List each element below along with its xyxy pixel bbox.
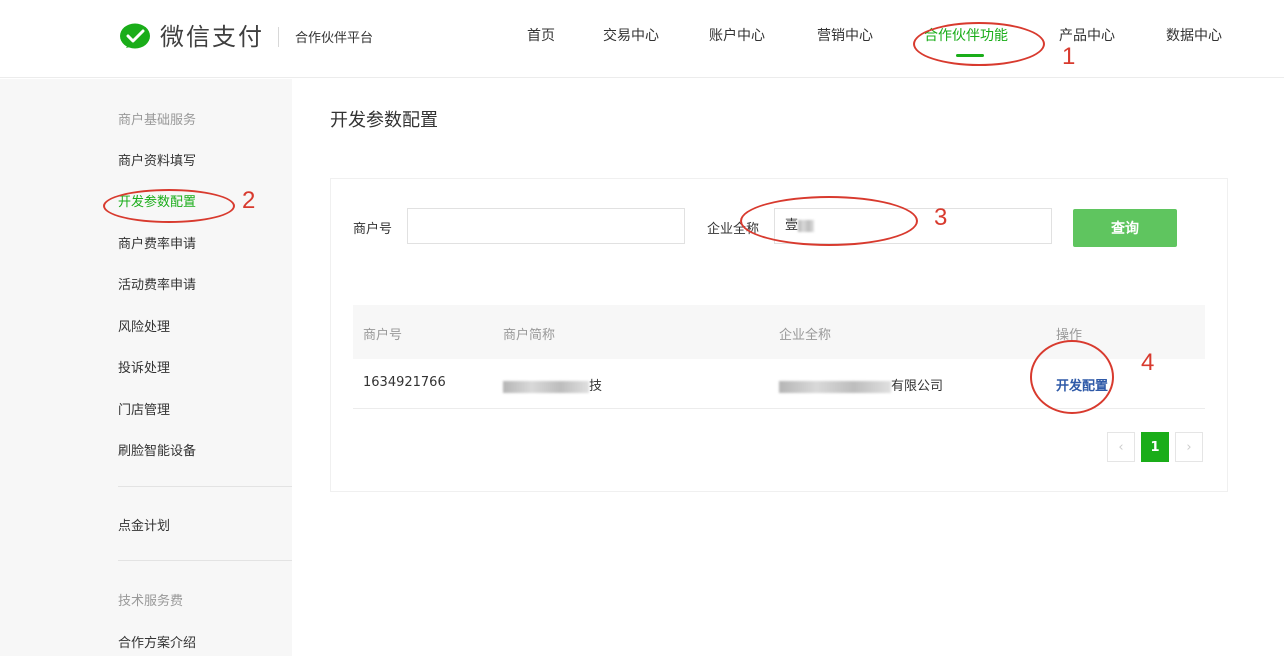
col-merchant-id: 商户号 [363, 328, 403, 343]
wechat-pay-logo-icon [120, 23, 150, 49]
sidebar-item-partner-plan[interactable]: 合作方案介绍 [118, 632, 196, 651]
col-company-name: 企业全称 [779, 328, 832, 343]
query-button[interactable]: 查询 [1073, 209, 1177, 247]
sidebar-item-gold-plan[interactable]: 点金计划 [118, 515, 170, 534]
table-row: 1634921766 技 有限公司 开发配置 [353, 359, 1205, 409]
sidebar: 商户基础服务 商户资料填写 开发参数配置 商户费率申请 活动费率申请 风险处理 … [0, 79, 292, 656]
annotation-number-1: 1 [1062, 43, 1076, 70]
table-header: 商户号 商户简称 企业全称 操作 [353, 305, 1205, 359]
cell-company-name-text: 有限公司 [891, 379, 944, 394]
redacted-text [503, 380, 589, 393]
sidebar-divider [118, 486, 292, 487]
annotation-number-4: 4 [1141, 349, 1155, 376]
annotation-number-2: 2 [242, 187, 256, 214]
merchant-id-input[interactable] [407, 208, 685, 244]
cell-company-name: 有限公司 [779, 375, 943, 394]
sidebar-item-complaint[interactable]: 投诉处理 [118, 357, 170, 376]
nav-data[interactable]: 数据中心 [1166, 25, 1222, 45]
nav-active-underline [956, 54, 984, 57]
logo-text: 微信支付 [160, 23, 264, 51]
nav-transactions[interactable]: 交易中心 [603, 25, 659, 45]
sidebar-item-merchant-info[interactable]: 商户资料填写 [118, 150, 196, 169]
sidebar-heading-basic: 商户基础服务 [118, 113, 197, 128]
cell-short-name: 技 [503, 375, 602, 394]
sidebar-item-fee-apply[interactable]: 商户费率申请 [118, 233, 196, 252]
col-action: 操作 [1056, 328, 1083, 343]
logo-subtitle: 合作伙伴平台 [295, 31, 374, 46]
nav-partner-functions[interactable]: 合作伙伴功能 [924, 25, 1008, 45]
cell-merchant-id: 1634921766 [363, 375, 446, 390]
wechat-pay-logo[interactable]: 微信支付 合作伙伴平台 [118, 20, 373, 54]
sidebar-item-dev-config[interactable]: 开发参数配置 [118, 191, 196, 210]
merchant-table: 商户号 商户简称 企业全称 操作 1634921766 技 有限公司 开发配置 [353, 305, 1205, 409]
sidebar-item-face-device[interactable]: 刷脸智能设备 [118, 440, 196, 459]
cell-short-name-text: 技 [589, 379, 603, 394]
sidebar-divider [118, 560, 292, 561]
company-name-input[interactable]: 壹 [774, 208, 1052, 244]
query-card: 商户号 企业全称 壹 查询 商户号 商户简称 企业全称 操作 163492176… [330, 178, 1228, 492]
col-short-name: 商户简称 [503, 328, 556, 343]
sidebar-item-activity-fee[interactable]: 活动费率申请 [118, 274, 196, 293]
nav-marketing[interactable]: 营销中心 [817, 25, 873, 45]
nav-account[interactable]: 账户中心 [709, 25, 765, 45]
annotation-number-3: 3 [934, 204, 948, 231]
top-header: 微信支付 合作伙伴平台 首页 交易中心 账户中心 营销中心 合作伙伴功能 产品中… [0, 0, 1284, 78]
dev-config-link[interactable]: 开发配置 [1056, 375, 1108, 394]
next-page-button[interactable]: › [1175, 432, 1203, 462]
page-1-button[interactable]: 1 [1141, 432, 1169, 462]
logo-divider [278, 27, 279, 47]
sidebar-item-risk[interactable]: 风险处理 [118, 316, 170, 335]
sidebar-heading-tech: 技术服务费 [118, 594, 184, 609]
pagination: ‹ 1 › [1107, 432, 1203, 462]
page-title: 开发参数配置 [330, 110, 438, 131]
sidebar-item-store[interactable]: 门店管理 [118, 399, 170, 418]
redacted-text [779, 380, 891, 393]
company-name-label: 企业全称 [707, 222, 760, 237]
nav-products[interactable]: 产品中心 [1059, 25, 1115, 45]
nav-home[interactable]: 首页 [527, 25, 555, 45]
company-name-value: 壹 [785, 218, 799, 233]
prev-page-button[interactable]: ‹ [1107, 432, 1135, 462]
merchant-id-label: 商户号 [353, 222, 393, 237]
redacted-text [798, 219, 815, 232]
